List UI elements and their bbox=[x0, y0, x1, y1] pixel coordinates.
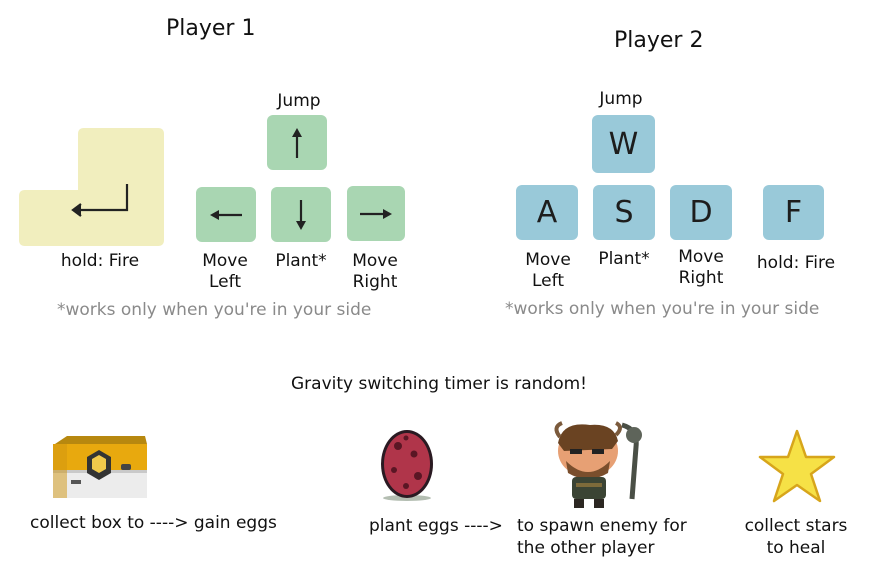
p1-right-key bbox=[347, 186, 405, 241]
arrow-right-icon bbox=[360, 208, 392, 219]
star-icon bbox=[758, 429, 836, 503]
p2-f-key: F bbox=[763, 185, 824, 240]
egg-icon bbox=[381, 430, 433, 501]
p2-plant-label: Plant* bbox=[598, 249, 650, 269]
p1-up-key bbox=[267, 115, 327, 170]
p2-left-label: Move Left bbox=[525, 250, 571, 291]
p2-right-label: Move Right bbox=[678, 247, 724, 288]
p2-note: *works only when you're in your side bbox=[505, 299, 820, 319]
p1-jump-label: Jump bbox=[277, 91, 321, 111]
p2-s-key: S bbox=[593, 185, 655, 240]
p1-left-label: Move Left bbox=[202, 251, 248, 292]
p1-right-label: Move Right bbox=[352, 251, 398, 292]
box-icon bbox=[53, 436, 147, 498]
arrow-down-icon bbox=[296, 199, 306, 230]
plant-text: plant eggs ----> bbox=[369, 516, 503, 536]
box-text: collect box to ----> gain eggs bbox=[30, 513, 277, 533]
arrow-left-icon bbox=[210, 209, 242, 220]
p1-down-key bbox=[271, 187, 331, 242]
enemy-icon bbox=[554, 421, 642, 508]
p2-w-key: W bbox=[592, 115, 655, 173]
p1-left-key bbox=[196, 187, 256, 242]
player1-title: Player 1 bbox=[166, 16, 256, 41]
gravity-text: Gravity switching timer is random! bbox=[291, 374, 587, 394]
p1-plant-label: Plant* bbox=[275, 251, 327, 271]
player2-title: Player 2 bbox=[614, 28, 704, 53]
p2-d-key: D bbox=[670, 185, 732, 240]
enter-key bbox=[19, 128, 164, 246]
spawn-text: to spawn enemy for the other player bbox=[517, 516, 687, 558]
p2-fire-label: hold: Fire bbox=[756, 253, 836, 273]
stars-text: collect stars to heal bbox=[744, 516, 848, 558]
p1-note: *works only when you're in your side bbox=[57, 300, 372, 320]
p2-jump-label: Jump bbox=[599, 89, 643, 109]
p2-a-key: A bbox=[516, 185, 578, 240]
p1-fire-label: hold: Fire bbox=[60, 251, 140, 271]
arrow-up-icon bbox=[292, 127, 302, 158]
